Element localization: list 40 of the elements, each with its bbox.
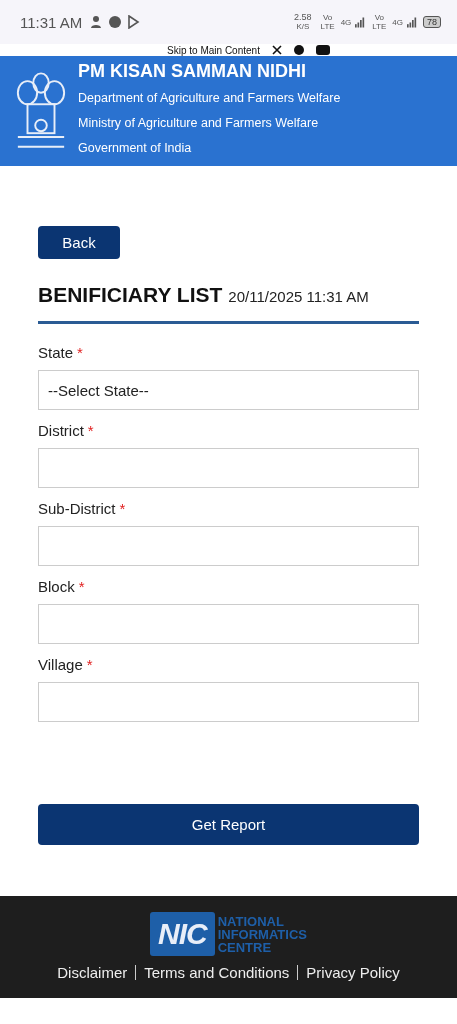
- footer-link[interactable]: Privacy Policy: [306, 964, 400, 981]
- field-label: Sub-District: [38, 500, 116, 517]
- select-field[interactable]: [38, 526, 419, 566]
- volte-label: Vo LTE: [319, 13, 336, 31]
- field-label: State: [38, 344, 74, 361]
- network-speed: 2.58 K/S: [294, 13, 312, 31]
- volte-label: Vo LTE: [371, 13, 388, 31]
- skip-link[interactable]: Skip to Main Content: [167, 44, 260, 56]
- timestamp: 20/11/2025 11:31 AM: [228, 288, 369, 305]
- network-type: 4G: [340, 17, 352, 27]
- required-mark: *: [119, 500, 126, 517]
- header-subtitle: Ministry of Agriculture and Farmers Welfare: [78, 115, 320, 132]
- required-mark: *: [86, 656, 93, 673]
- required-mark: *: [77, 344, 83, 361]
- header-subtitle: Department of Agriculture and Farmers Welfare: [78, 90, 341, 107]
- select-field[interactable]: [38, 604, 419, 644]
- select-field[interactable]: [38, 682, 419, 722]
- required-mark: *: [78, 578, 85, 595]
- footer-link[interactable]: Disclaimer: [57, 964, 128, 981]
- header-subtitle: Government of India: [78, 140, 193, 157]
- back-button[interactable]: Back: [38, 226, 120, 259]
- page-title: BENIFICIARY LIST: [38, 283, 223, 307]
- network-type: 4G: [392, 17, 403, 27]
- signal-icon: [407, 16, 417, 28]
- logo-text: NATIONAL INFORMATICS CENTRE: [217, 914, 307, 954]
- select-field[interactable]: [38, 448, 419, 488]
- signal-icon: [355, 16, 366, 28]
- field-label: Village: [38, 656, 83, 673]
- select-field[interactable]: --Select State--: [38, 370, 419, 410]
- x-icon[interactable]: [271, 45, 282, 55]
- battery-indicator: 78: [423, 16, 441, 28]
- required-mark: *: [87, 422, 94, 439]
- field-label: Block: [38, 578, 75, 595]
- site-title: PM KISAN SAMMAN NIDHI: [78, 61, 307, 82]
- play-icon: [126, 15, 141, 29]
- status-time: 11:31 AM: [20, 13, 83, 31]
- get-report-button[interactable]: Get Report: [38, 804, 419, 845]
- field-label: District: [38, 422, 84, 439]
- nic-logo: NIC: [150, 912, 215, 956]
- footer-link[interactable]: Terms and Conditions: [144, 964, 290, 981]
